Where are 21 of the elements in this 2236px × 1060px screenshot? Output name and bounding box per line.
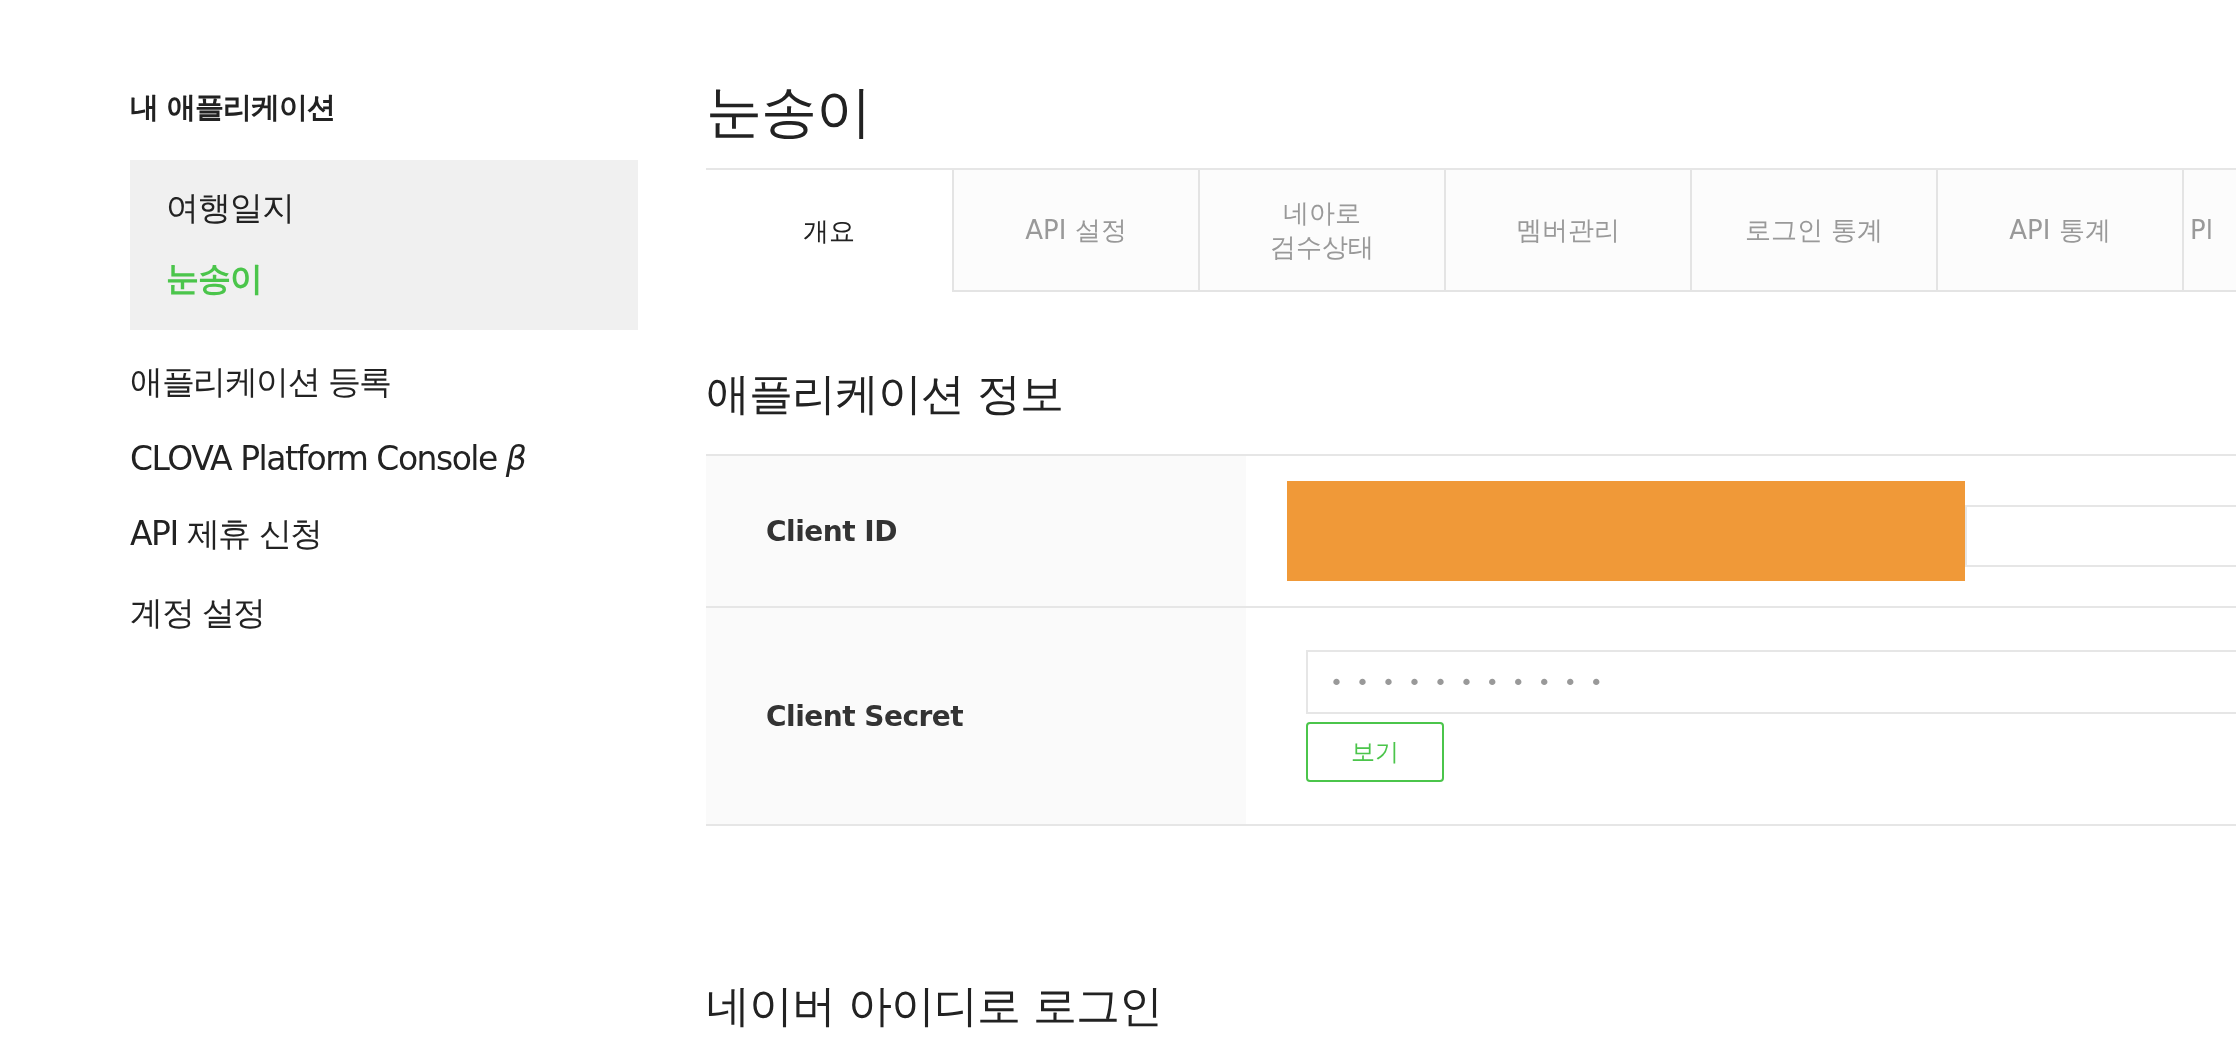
row-label: Client ID xyxy=(706,456,1246,606)
section-heading: 애플리케이션 정보 xyxy=(706,367,1064,421)
row-label: Client Secret xyxy=(706,608,1246,824)
tab[interactable]: Pl xyxy=(2182,170,2236,292)
sidebar-link[interactable]: CLOVA Platform Console β xyxy=(130,439,638,478)
app-item[interactable]: 여행일지 xyxy=(166,186,602,231)
sidebar-link[interactable]: 애플리케이션 등록 xyxy=(130,360,638,405)
tab[interactable]: API 설정 xyxy=(952,170,1198,292)
sidebar-link[interactable]: API 제휴 신청 xyxy=(130,512,638,557)
show-button[interactable]: 보기 xyxy=(1306,722,1444,782)
tab[interactable]: 네아로 검수상태 xyxy=(1198,170,1444,292)
page-title: 눈송이 xyxy=(706,78,872,146)
section-heading: 네이버 아이디로 로그인 xyxy=(706,979,1163,1033)
app-item[interactable]: 눈송이 xyxy=(166,257,602,302)
input-field[interactable] xyxy=(1965,505,2236,567)
sidebar-heading: 내 애플리케이션 xyxy=(130,89,337,126)
password-field[interactable]: ••••••••••• xyxy=(1306,650,2236,714)
tab[interactable]: 멤버관리 xyxy=(1444,170,1690,292)
sidebar-link[interactable]: 계정 설정 xyxy=(130,591,638,636)
tab[interactable]: 로그인 통계 xyxy=(1690,170,1936,292)
tab[interactable]: API 통계 xyxy=(1936,170,2182,292)
